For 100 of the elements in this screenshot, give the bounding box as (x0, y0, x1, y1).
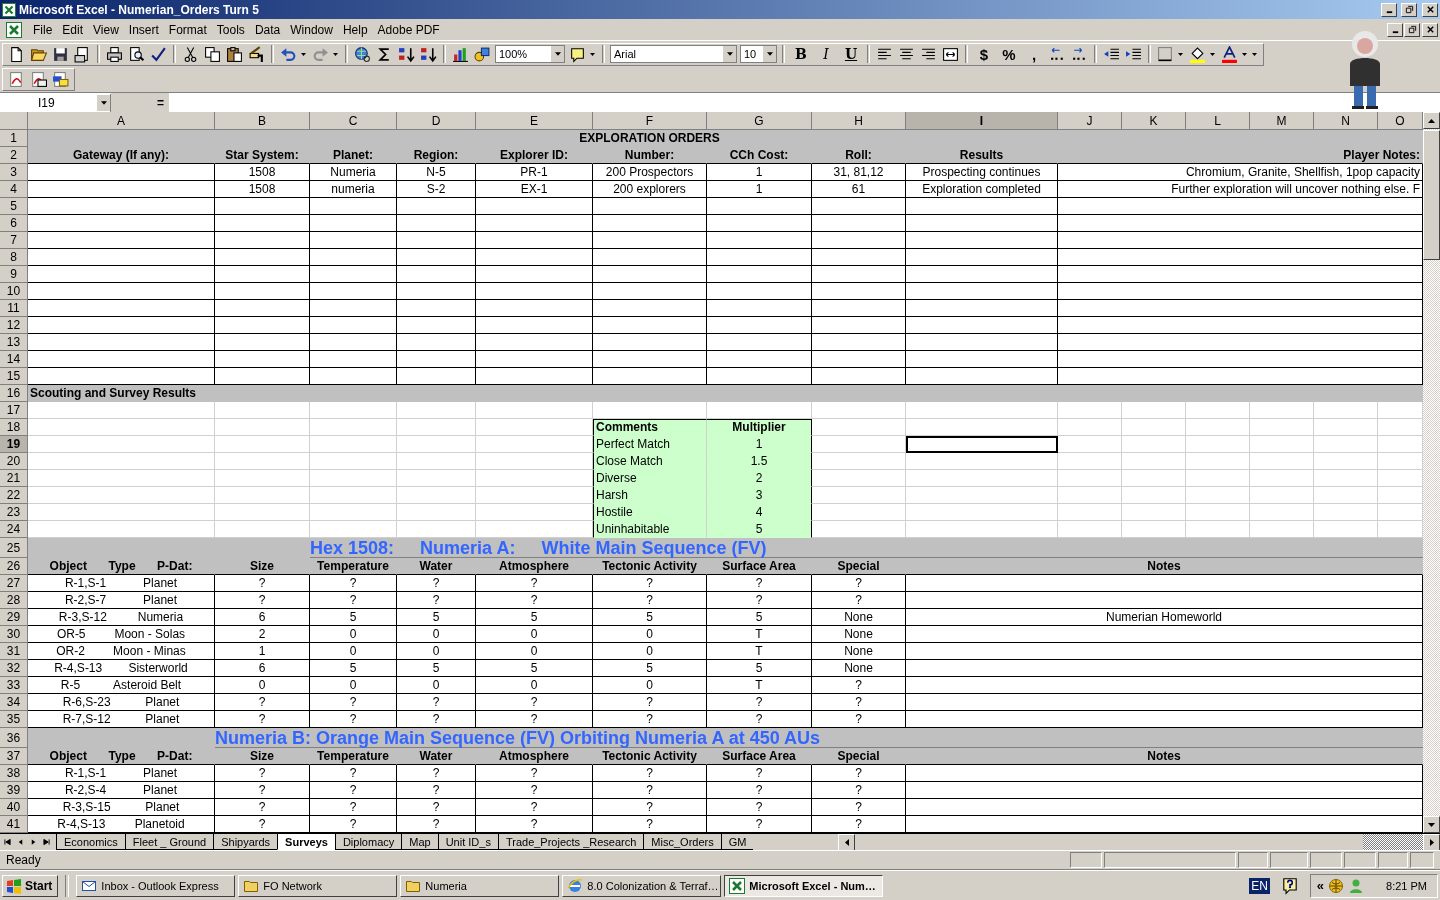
empty-cell[interactable] (476, 232, 593, 249)
font-color-icon[interactable] (1221, 45, 1238, 63)
column-header[interactable]: D (397, 112, 476, 130)
row-header[interactable]: 1 (0, 130, 28, 147)
new-file-icon[interactable] (8, 45, 25, 63)
drawing-icon[interactable] (474, 45, 491, 63)
empty-cell[interactable] (397, 317, 476, 334)
column-header[interactable]: B (215, 112, 310, 130)
save-icon[interactable] (52, 45, 69, 63)
row-header[interactable]: 34 (0, 694, 28, 711)
empty-cell[interactable] (593, 266, 707, 283)
empty-cell[interactable] (812, 334, 906, 351)
sheet-tab[interactable]: Unit ID_s (437, 834, 498, 850)
taskbar-button[interactable]: FO Network (238, 874, 398, 897)
empty-cell[interactable] (593, 198, 707, 215)
sort-ascending-icon[interactable] (398, 45, 415, 63)
menu-item[interactable]: Tools (211, 22, 250, 37)
empty-cell[interactable] (215, 249, 310, 266)
row-header[interactable]: 32 (0, 660, 28, 677)
show-hidden-icons-button[interactable]: « (1316, 878, 1325, 893)
empty-cell[interactable] (310, 232, 397, 249)
column-header[interactable]: K (1122, 112, 1186, 130)
row-header[interactable]: 29 (0, 609, 28, 626)
scrollbar-thumb[interactable] (1363, 834, 1423, 850)
sheet-tab[interactable]: Shipyards (213, 834, 278, 850)
column-header[interactable]: C (310, 112, 397, 130)
menu-item[interactable]: Edit (57, 22, 89, 37)
empty-cell[interactable] (476, 351, 593, 368)
row-header[interactable]: 35 (0, 711, 28, 728)
row-header[interactable]: 11 (0, 300, 28, 317)
empty-cell[interactable] (707, 266, 812, 283)
comma-button[interactable]: , (1023, 44, 1045, 64)
increase-decimal-icon[interactable] (1049, 45, 1066, 63)
empty-cell[interactable] (906, 592, 1423, 609)
empty-cell[interactable] (593, 317, 707, 334)
empty-cell[interactable] (310, 351, 397, 368)
row-header[interactable]: 19 (0, 436, 28, 453)
row-header[interactable]: 6 (0, 215, 28, 232)
sheet-tab[interactable]: Map (401, 834, 438, 850)
row-header[interactable]: 28 (0, 592, 28, 609)
empty-cell[interactable] (397, 249, 476, 266)
row-header[interactable]: 24 (0, 521, 28, 538)
currency-button[interactable]: $ (973, 44, 995, 64)
row-header[interactable]: 4 (0, 181, 28, 198)
empty-cell[interactable] (397, 351, 476, 368)
empty-cell[interactable] (707, 283, 812, 300)
menu-item[interactable]: Adobe PDF (372, 22, 445, 37)
row-header[interactable]: 31 (0, 643, 28, 660)
previous-sheet-icon[interactable] (17, 838, 24, 846)
empty-cell[interactable] (215, 232, 310, 249)
column-header[interactable]: A (28, 112, 215, 130)
empty-cell[interactable] (906, 198, 1058, 215)
empty-cell[interactable] (593, 300, 707, 317)
empty-cell[interactable] (476, 215, 593, 232)
restore-button[interactable] (1404, 22, 1420, 37)
sheet-tab[interactable]: GM (720, 834, 754, 850)
empty-cell[interactable] (1058, 249, 1423, 266)
empty-cell[interactable] (906, 694, 1423, 711)
empty-cell[interactable] (906, 765, 1423, 782)
empty-cell[interactable] (215, 266, 310, 283)
empty-cell[interactable] (310, 249, 397, 266)
empty-cell[interactable] (812, 266, 906, 283)
column-header[interactable]: H (812, 112, 906, 130)
empty-cell[interactable] (812, 317, 906, 334)
empty-cell[interactable] (310, 283, 397, 300)
empty-cell[interactable] (906, 799, 1423, 816)
empty-cell[interactable] (906, 351, 1058, 368)
scroll-left-icon[interactable] (844, 839, 849, 846)
empty-cell[interactable] (476, 317, 593, 334)
scrollbar-thumb[interactable] (1423, 130, 1440, 260)
empty-cell[interactable] (476, 266, 593, 283)
empty-cell[interactable] (397, 283, 476, 300)
empty-cell[interactable] (906, 266, 1058, 283)
spreadsheet-doc-icon[interactable] (6, 21, 22, 38)
minimize-button[interactable] (1381, 2, 1397, 17)
caret-icon[interactable] (333, 52, 338, 56)
empty-cell[interactable] (1058, 317, 1423, 334)
sheet-tab[interactable]: Diplomacy (334, 834, 402, 850)
empty-cell[interactable] (397, 300, 476, 317)
empty-cell[interactable] (215, 351, 310, 368)
font-size-dropdown[interactable]: 10 (740, 45, 777, 63)
row-header[interactable]: 30 (0, 626, 28, 643)
taskbar-button[interactable]: Inbox - Outlook Express (76, 874, 236, 897)
empty-cell[interactable] (476, 283, 593, 300)
print-preview-icon[interactable] (128, 45, 145, 63)
empty-cell[interactable] (397, 266, 476, 283)
empty-cell[interactable] (812, 215, 906, 232)
globe-icon[interactable] (1328, 877, 1345, 894)
scissors-icon[interactable] (182, 45, 199, 63)
menu-item[interactable]: Insert (123, 22, 164, 37)
column-header[interactable]: M (1250, 112, 1314, 130)
row-header[interactable]: 40 (0, 799, 28, 816)
empty-cell[interactable] (215, 300, 310, 317)
empty-cell[interactable] (215, 283, 310, 300)
empty-cell[interactable] (707, 317, 812, 334)
help-bubble-icon[interactable] (1280, 876, 1299, 895)
empty-cell[interactable] (707, 249, 812, 266)
empty-cell[interactable] (310, 334, 397, 351)
empty-cell[interactable] (215, 198, 310, 215)
row-header[interactable]: 37 (0, 748, 28, 765)
